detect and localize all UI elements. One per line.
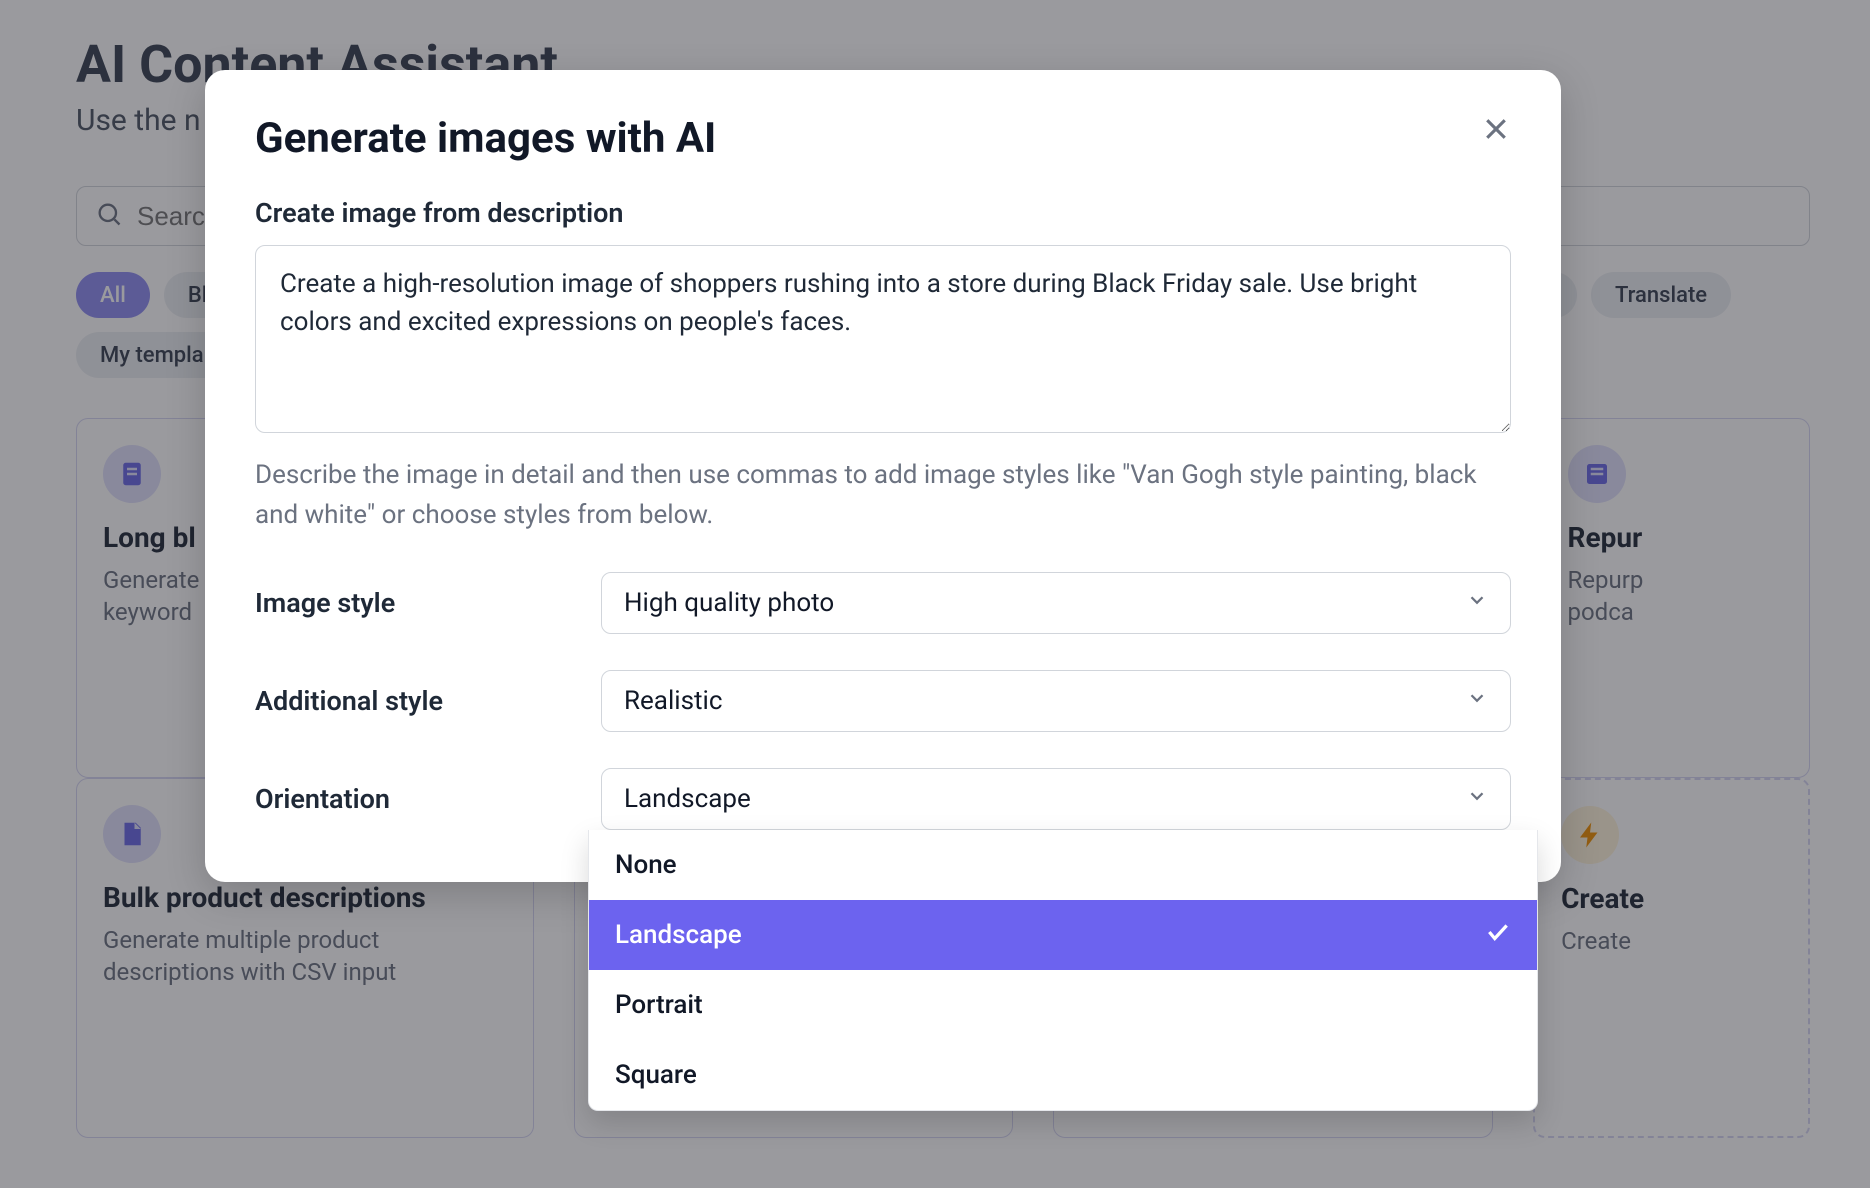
orientation-option-landscape[interactable]: Landscape [589,900,1537,970]
chevron-down-icon [1466,686,1488,716]
orientation-option-portrait[interactable]: Portrait [589,970,1537,1040]
chevron-down-icon [1466,588,1488,618]
image-style-label: Image style [255,587,601,619]
orientation-value: Landscape [624,784,751,814]
chevron-down-icon [1466,784,1488,814]
option-label: Square [615,1060,697,1090]
orientation-option-none[interactable]: None [589,830,1537,900]
option-label: Landscape [615,920,742,950]
close-icon [1481,129,1511,148]
generate-image-modal: Generate images with AI Create image fro… [205,70,1561,882]
orientation-select[interactable]: Landscape [601,768,1511,830]
image-style-row: Image style High quality photo [255,572,1511,634]
check-icon [1485,919,1511,952]
close-button[interactable] [1481,114,1511,148]
image-style-value: High quality photo [624,588,834,618]
modal-title: Generate images with AI [255,114,716,163]
image-style-select[interactable]: High quality photo [601,572,1511,634]
orientation-label: Orientation [255,783,601,815]
orientation-dropdown: None Landscape Portrait Square [588,830,1538,1111]
additional-style-row: Additional style Realistic [255,670,1511,732]
description-helper: Describe the image in detail and then us… [255,455,1511,536]
description-label: Create image from description [255,197,1511,229]
orientation-row: Orientation Landscape [255,768,1511,830]
option-label: Portrait [615,990,703,1020]
option-label: None [615,850,677,880]
modal-header: Generate images with AI [255,114,1511,163]
additional-style-value: Realistic [624,686,722,716]
additional-style-label: Additional style [255,685,601,717]
description-textarea[interactable] [255,245,1511,433]
orientation-option-square[interactable]: Square [589,1040,1537,1110]
additional-style-select[interactable]: Realistic [601,670,1511,732]
